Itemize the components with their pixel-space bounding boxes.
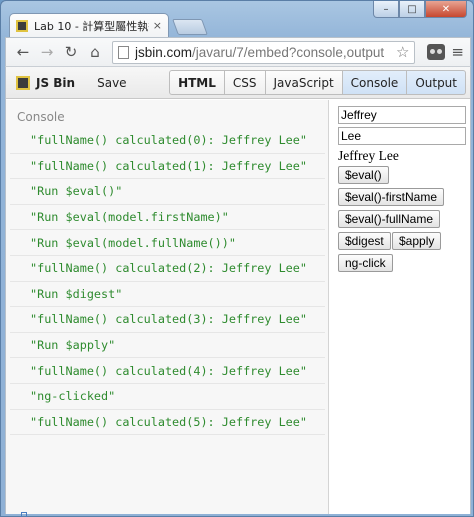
forward-arrow-icon[interactable]: → xyxy=(36,41,58,63)
full-name-text: Jeffrey Lee xyxy=(338,148,399,163)
eval-button[interactable]: $eval() xyxy=(338,166,389,184)
menu-icon[interactable]: ≡ xyxy=(451,43,464,61)
console-log-list: "fullName() calculated(0): Jeffrey Lee" … xyxy=(10,128,325,436)
console-log-row: "fullName() calculated(1): Jeffrey Lee" xyxy=(10,154,325,180)
browser-window: – □ ✕ Lab 10 - 計算型屬性執行步 × ← → ↻ ⌂ jsbin.… xyxy=(0,0,474,517)
first-name-input[interactable]: Jeffrey xyxy=(338,106,466,124)
window-controls: – □ ✕ xyxy=(373,1,467,18)
save-button[interactable]: Save xyxy=(97,76,126,90)
close-window-button[interactable]: ✕ xyxy=(425,1,467,18)
console-log-row: "fullName() calculated(5): Jeffrey Lee" xyxy=(10,410,325,436)
last-name-input[interactable]: Lee xyxy=(338,127,466,145)
browser-tab[interactable]: Lab 10 - 計算型屬性執行步 × xyxy=(9,13,169,37)
jsbin-favicon-icon xyxy=(16,19,28,32)
digest-button[interactable]: $digest xyxy=(338,232,391,250)
tab-close-icon[interactable]: × xyxy=(153,19,162,32)
jsbin-brand[interactable]: JS Bin xyxy=(36,76,75,90)
jsbin-header: JS Bin Save HTML CSS JavaScript Console … xyxy=(6,67,470,99)
new-tab-button[interactable] xyxy=(172,19,208,35)
console-log-row: "fullName() calculated(0): Jeffrey Lee" xyxy=(10,128,325,154)
maximize-button[interactable]: □ xyxy=(399,1,425,18)
reload-icon[interactable]: ↻ xyxy=(60,41,82,63)
panel-toggles: HTML CSS JavaScript Console Output xyxy=(169,70,466,95)
url-text[interactable]: jsbin.com/javaru/7/embed?console,output xyxy=(135,45,392,60)
ng-click-button[interactable]: ng-click xyxy=(338,254,393,272)
output-panel: Jeffrey Lee Jeffrey Lee $eval() $eval()-… xyxy=(330,100,470,514)
tab-console[interactable]: Console xyxy=(342,70,408,95)
page-content: JS Bin Save HTML CSS JavaScript Console … xyxy=(5,67,471,517)
console-log-row: "fullName() calculated(4): Jeffrey Lee" xyxy=(10,358,325,384)
console-log-row: "Run $eval()" xyxy=(10,179,325,205)
apply-button[interactable]: $apply xyxy=(392,232,442,250)
console-log-row: "fullName() calculated(3): Jeffrey Lee" xyxy=(10,307,325,333)
tab-css[interactable]: CSS xyxy=(224,70,266,95)
console-log-row: "Run $eval(model.fullName())" xyxy=(10,230,325,256)
console-input-cursor[interactable] xyxy=(21,512,27,517)
address-bar[interactable]: jsbin.com/javaru/7/embed?console,output … xyxy=(112,40,416,64)
console-log-row: "Run $eval(model.firstName)" xyxy=(10,205,325,231)
eval-fullname-button[interactable]: $eval()-fullName xyxy=(338,210,441,228)
url-path: /javaru/7/embed?console,output xyxy=(192,44,385,60)
tab-html[interactable]: HTML xyxy=(169,70,225,95)
star-icon[interactable]: ☆ xyxy=(396,43,409,61)
tab-output[interactable]: Output xyxy=(407,70,466,95)
console-log-row: "Run $apply" xyxy=(10,333,325,359)
back-arrow-icon[interactable]: ← xyxy=(12,41,34,63)
tab-title: Lab 10 - 計算型屬性執行步 xyxy=(34,19,149,33)
eval-firstname-button[interactable]: $eval()-firstName xyxy=(338,188,445,206)
console-log-row: "Run $digest" xyxy=(10,282,325,308)
console-panel: Console "fullName() calculated(0): Jeffr… xyxy=(6,100,329,517)
tab-strip: Lab 10 - 計算型屬性執行步 × xyxy=(9,11,208,37)
url-host: jsbin.com xyxy=(135,44,193,60)
console-log-row: "ng-clicked" xyxy=(10,384,325,410)
minimize-button[interactable]: – xyxy=(373,1,399,18)
page-icon xyxy=(118,45,129,59)
jsbin-logo-icon[interactable] xyxy=(16,75,30,90)
console-label: Console xyxy=(17,110,65,124)
tab-javascript[interactable]: JavaScript xyxy=(265,70,343,95)
extension-icon[interactable] xyxy=(427,44,446,60)
home-icon[interactable]: ⌂ xyxy=(84,41,106,63)
browser-toolbar: ← → ↻ ⌂ jsbin.com/javaru/7/embed?console… xyxy=(5,37,471,67)
console-log-row: "fullName() calculated(2): Jeffrey Lee" xyxy=(10,256,325,282)
